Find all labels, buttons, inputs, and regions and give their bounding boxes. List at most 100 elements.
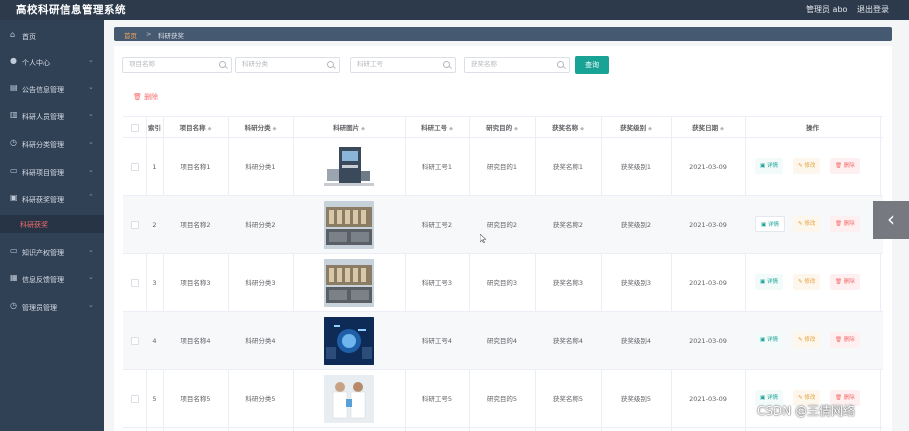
category-input[interactable] xyxy=(242,60,322,68)
column-header-purpose[interactable]: 研究目的 ◆ xyxy=(469,117,535,139)
cell-level: 获奖级别3 xyxy=(620,279,652,287)
sidebar-item-admin[interactable]: ◷ 管理员管理 ⌄ xyxy=(0,296,104,318)
sort-icon: ◆ xyxy=(648,126,652,132)
research-image[interactable] xyxy=(324,259,374,307)
sort-icon: ◆ xyxy=(272,126,277,132)
notice-icon: ▤ xyxy=(10,83,18,92)
research-image[interactable] xyxy=(324,317,374,365)
sidebar-item-project[interactable]: ▭ 科研项目管理 ⌄ xyxy=(0,161,104,183)
column-header-date[interactable]: 获奖日期 ◆ xyxy=(671,117,745,139)
cell-date: 2021-03-09 xyxy=(689,279,727,287)
book-icon: ▥ xyxy=(10,110,18,119)
sidebar-item-profile[interactable]: ● 个人中心 ⌄ xyxy=(0,51,104,73)
mouse-cursor-icon xyxy=(480,234,486,243)
table-row: 1 项目名称1 科研分类1 科研工号1 研究目的1 获奖名称1 获奖级别1 20… xyxy=(123,138,883,196)
select-all-checkbox[interactable] xyxy=(131,124,139,132)
award-name-input[interactable] xyxy=(471,60,551,68)
column-label: 获奖日期 xyxy=(692,124,719,132)
detail-button[interactable]: ▣ 详情 xyxy=(755,216,785,232)
column-header-category[interactable]: 科研分类 ◆ xyxy=(228,117,293,139)
edit-label: 修改 xyxy=(804,395,816,401)
column-label: 获奖级别 xyxy=(620,124,647,132)
sidebar-item-home[interactable]: ⌂ 首页 xyxy=(0,25,104,47)
cell-award: 获奖名称2 xyxy=(552,221,584,229)
row-checkbox[interactable] xyxy=(131,279,139,287)
logout-link[interactable]: 退出登录 xyxy=(857,4,889,15)
delete-label: 删除 xyxy=(843,279,855,285)
cell-date: 2021-03-09 xyxy=(689,337,727,345)
sidebar-item-ip[interactable]: ▭ 知识产权管理 ⌄ xyxy=(0,241,104,263)
edit-button[interactable]: ✎ 修改 xyxy=(793,216,821,232)
sidebar-item-award[interactable]: ▣ 科研获奖管理 ⌃ xyxy=(0,188,104,210)
clock-icon: ◷ xyxy=(10,138,17,147)
detail-icon: ▣ xyxy=(761,222,768,228)
delete-button[interactable]: 🗑︎ 删除 xyxy=(830,274,860,290)
sort-icon: ◆ xyxy=(580,126,584,132)
detail-button[interactable]: ▣ 详情 xyxy=(755,332,783,348)
search-icon xyxy=(327,61,334,68)
chat-icon: ▭ xyxy=(10,246,18,255)
cell-level: 获奖级别2 xyxy=(620,221,652,229)
cell-purpose: 研究目的3 xyxy=(486,279,518,287)
column-header: 索引 xyxy=(148,124,161,132)
chevron-left-icon: ‹ xyxy=(887,207,895,231)
cell-category: 科研分类3 xyxy=(245,279,276,287)
cell-index: 5 xyxy=(152,395,157,403)
cell-index: 4 xyxy=(152,337,157,345)
column-header-staff[interactable]: 科研工号 ◆ xyxy=(405,117,469,139)
edit-button[interactable]: ✎ 修改 xyxy=(793,274,821,290)
row-checkbox[interactable] xyxy=(131,163,139,171)
side-panel-toggle[interactable]: ‹ xyxy=(873,201,909,239)
sidebar-item-feedback[interactable]: ▦ 信息反馈管理 ⌄ xyxy=(0,268,104,290)
delete-button[interactable]: 🗑︎ 删除 xyxy=(830,158,860,174)
trash-icon: 🗑︎ xyxy=(835,221,844,227)
delete-button[interactable]: 🗑︎ 删除 xyxy=(830,216,860,232)
search-icon xyxy=(219,61,226,68)
category-search[interactable] xyxy=(235,57,340,73)
main-panel: 查询 🗑︎ 删除 索引 项目名称◆ 科研分类◆ 科研图片◆ 科研工号◆ 研究目的… xyxy=(114,46,892,431)
clock-icon: ◷ xyxy=(10,301,17,310)
top-bar: 高校科研信息管理系统 管理员 abo 退出登录 xyxy=(0,0,909,20)
staff-id-input[interactable] xyxy=(357,60,437,68)
detail-button[interactable]: ▣ 详情 xyxy=(755,158,783,174)
column-header-image[interactable]: 科研图片 ◆ xyxy=(293,117,405,139)
column-header-project[interactable]: 项目名称 ◆ xyxy=(163,117,228,139)
edit-button[interactable]: ✎ 修改 xyxy=(793,158,821,174)
research-image[interactable] xyxy=(324,143,374,191)
trash-icon: 🗑︎ xyxy=(835,337,844,343)
project-name-input[interactable] xyxy=(129,60,209,68)
user-icon: ● xyxy=(10,56,17,65)
delete-button[interactable]: 🗑︎ 删除 xyxy=(830,332,860,348)
lab-instrument-image xyxy=(324,143,374,191)
column-header-award[interactable]: 获奖名称 ◆ xyxy=(535,117,601,139)
chevron-down-icon: ⌄ xyxy=(88,273,94,281)
cell-purpose: 研究目的1 xyxy=(486,163,518,171)
breadcrumb-home[interactable]: 首页 xyxy=(124,30,137,40)
staff-id-search[interactable] xyxy=(350,57,456,73)
row-checkbox[interactable] xyxy=(131,337,139,345)
batch-delete-button[interactable]: 🗑︎ 删除 xyxy=(133,92,158,102)
project-name-search[interactable] xyxy=(122,57,232,73)
edit-button[interactable]: ✎ 修改 xyxy=(793,332,821,348)
cell-staff: 科研工号1 xyxy=(421,163,453,171)
query-button[interactable]: 查询 xyxy=(575,56,609,74)
sidebar-item-staff[interactable]: ▥ 科研人员管理 ⌄ xyxy=(0,105,104,127)
sidebar-subitem-award[interactable]: 科研获奖 xyxy=(0,215,104,233)
research-image[interactable] xyxy=(324,375,374,423)
column-label: 研究目的 xyxy=(486,124,513,132)
cell-project: 项目名称4 xyxy=(180,337,211,345)
cell-award: 获奖名称4 xyxy=(552,337,584,345)
research-image[interactable] xyxy=(324,201,374,249)
sidebar-item-label: 管理员管理 xyxy=(22,304,57,312)
column-header-level[interactable]: 获奖级别 ◆ xyxy=(601,117,671,139)
detail-button[interactable]: ▣ 详情 xyxy=(755,274,783,290)
cell-category: 科研分类1 xyxy=(245,163,276,171)
cell-staff: 科研工号3 xyxy=(421,279,453,287)
column-label: 科研工号 xyxy=(421,124,448,132)
sidebar-item-notice[interactable]: ▤ 公告信息管理 ⌄ xyxy=(0,78,104,100)
cell-category: 科研分类5 xyxy=(245,395,276,403)
sidebar-item-category[interactable]: ◷ 科研分类管理 ⌄ xyxy=(0,133,104,155)
row-checkbox[interactable] xyxy=(131,221,139,229)
award-name-search[interactable] xyxy=(464,57,570,73)
row-checkbox[interactable] xyxy=(131,395,139,403)
